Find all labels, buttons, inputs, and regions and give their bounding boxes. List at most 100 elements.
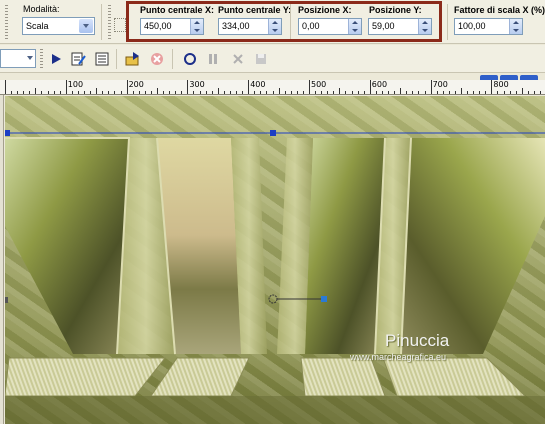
cancel-icon <box>151 53 163 65</box>
ruler-tick <box>59 91 61 94</box>
ruler-tick <box>448 91 450 94</box>
floor-tile <box>300 357 386 397</box>
ruler-tick <box>540 91 542 94</box>
watermark-name: Pinuccia <box>385 331 450 350</box>
ruler-tick <box>5 80 6 94</box>
ruler-tick <box>217 88 219 94</box>
toolbar-grip[interactable] <box>5 5 8 39</box>
ruler-tick <box>309 80 310 94</box>
record-icon <box>184 53 196 65</box>
apply-play-button[interactable] <box>47 50 65 68</box>
ruler-tick <box>47 91 49 94</box>
cancel-button[interactable] <box>148 50 166 68</box>
ruler-tick <box>242 91 244 94</box>
ruler-tick <box>327 91 329 94</box>
ruler-tick <box>369 80 371 94</box>
ruler-tick <box>333 91 335 94</box>
close-icon <box>233 54 243 64</box>
ruler-tick <box>394 91 396 94</box>
ruler-tick <box>102 91 104 94</box>
ruler-tick <box>11 91 13 94</box>
scale-x-label: Fattore di scala X (%) <box>454 5 545 15</box>
ruler-tick <box>114 91 116 94</box>
ruler-tick <box>467 91 469 94</box>
ruler-tick <box>157 88 158 94</box>
ruler-tick <box>430 80 432 94</box>
ruler-tick <box>473 91 475 94</box>
ruler-tick <box>236 91 238 94</box>
ruler-tick <box>77 91 79 94</box>
mode-select[interactable]: Scala <box>22 17 95 35</box>
scale-x-spinner[interactable]: 100,00 <box>454 18 523 35</box>
ruler-tick <box>400 88 402 94</box>
ruler-tick <box>132 91 134 94</box>
ruler-tick <box>315 91 317 94</box>
chevron-down-icon[interactable] <box>79 19 93 33</box>
ruler-label: 600 <box>371 80 388 89</box>
list-button[interactable] <box>93 50 111 68</box>
ruler-tick <box>53 91 55 94</box>
ruler-tick <box>260 91 262 94</box>
ruler-label: 400 <box>250 80 266 89</box>
ruler-tick <box>23 91 25 94</box>
ruler-tick <box>442 91 444 94</box>
ruler-tick <box>436 91 438 94</box>
save-button[interactable] <box>252 50 270 68</box>
ruler-tick <box>108 91 110 94</box>
ruler-tick <box>248 80 250 94</box>
ruler-tick <box>254 91 256 94</box>
ruler-tick <box>375 91 377 94</box>
ruler-tick <box>418 91 420 94</box>
forest-panel-left <box>5 138 129 354</box>
spin-arrows-icon[interactable] <box>509 19 522 34</box>
script-button[interactable] <box>69 50 87 68</box>
ruler-tick <box>521 88 523 94</box>
pause-icon <box>209 54 217 64</box>
ruler-tick <box>424 91 426 94</box>
ruler-label: 100 <box>67 80 84 89</box>
floor-tile <box>382 357 527 397</box>
load-preset-button[interactable] <box>124 50 142 68</box>
rotation-handle <box>321 296 327 302</box>
pause-button[interactable] <box>204 50 222 68</box>
ruler-tick <box>163 91 165 94</box>
ruler-tick <box>412 91 414 94</box>
ruler-tick <box>461 88 462 94</box>
toolbar-grip[interactable] <box>40 49 43 69</box>
preset-select[interactable] <box>0 49 36 68</box>
image-canvas[interactable]: Pinuccia www.marcheagrafica.eu <box>5 96 545 424</box>
chevron-down-icon[interactable] <box>27 56 33 60</box>
selection-handle <box>270 130 276 136</box>
ruler-tick <box>266 91 268 94</box>
ruler-tick <box>126 80 128 94</box>
ruler-tick <box>357 91 359 94</box>
ruler-tick <box>223 91 225 94</box>
ruler-tick <box>138 91 140 94</box>
ruler-label: 500 <box>311 80 327 89</box>
ruler-tick <box>71 91 73 94</box>
ruler-tick <box>381 91 383 94</box>
ruler-tick <box>17 91 19 94</box>
ruler-tick <box>533 91 535 94</box>
ruler-tick <box>497 91 499 94</box>
ruler-label: 200 <box>128 80 144 89</box>
ruler-tick <box>120 91 122 94</box>
ruler-tick <box>479 91 481 94</box>
ruler-tick <box>90 91 92 94</box>
ruler-tick <box>345 91 347 94</box>
ruler-tick <box>278 88 280 94</box>
separator <box>172 49 173 69</box>
forest-panel-right <box>401 138 545 354</box>
ruler-label: 800 <box>493 80 509 89</box>
stop-button[interactable] <box>229 50 247 68</box>
watermark-site: www.marcheagrafica.eu <box>350 352 447 362</box>
record-button[interactable] <box>181 50 199 68</box>
ruler-tick <box>144 91 146 94</box>
ruler-tick <box>388 91 390 94</box>
highlight-box <box>126 1 442 42</box>
toolbar-grip[interactable] <box>108 5 111 39</box>
save-icon <box>256 54 266 64</box>
ruler-tick <box>454 91 456 94</box>
pivot-handle <box>268 294 278 304</box>
ruler-tick <box>351 91 353 94</box>
